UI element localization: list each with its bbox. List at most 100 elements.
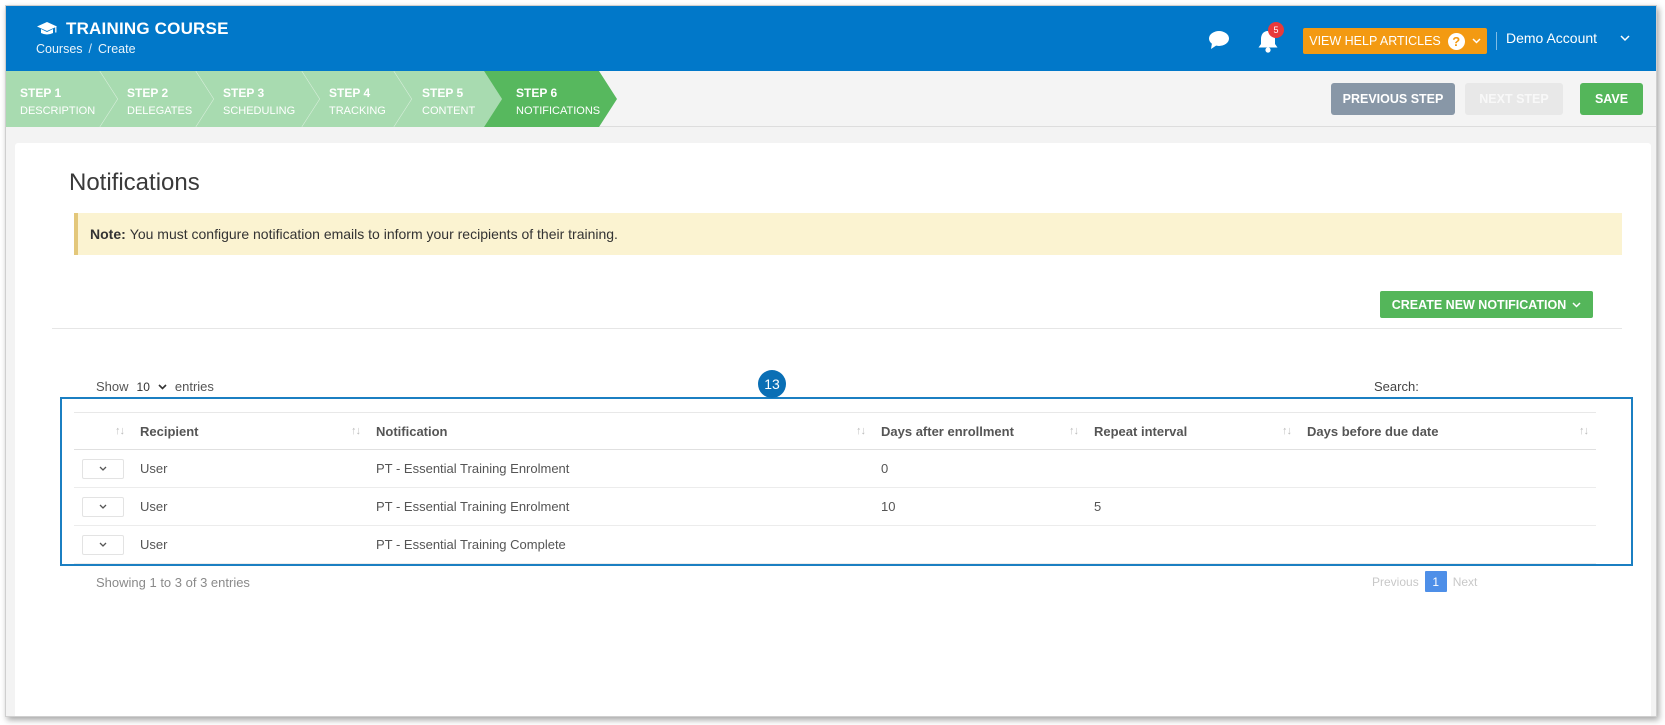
account-chevron-down-icon[interactable] [1620,33,1630,43]
account-menu[interactable]: Demo Account [1506,30,1597,46]
note-text: You must configure notification emails t… [129,226,618,242]
entries-select[interactable]: 10 [137,380,167,394]
recipient-cell: User [132,449,368,488]
table-row: User PT - Essential Training Enrolment 1… [74,487,1596,526]
step-number: STEP 6 [516,86,558,100]
days-before-due-cell [1299,525,1596,564]
help-button-label: VIEW HELP ARTICLES [1309,34,1441,48]
entries-length-control: Show 10 entries [96,379,214,394]
top-bar: TRAINING COURSE Courses / Create 5 VIEW … [6,6,1656,71]
step-number: STEP 4 [329,86,371,100]
step-number: STEP 5 [422,86,464,100]
note-label: Note: [90,226,126,242]
pagination-next[interactable]: Next [1453,575,1478,589]
column-header-repeat-interval[interactable]: Repeat interval ↑↓ [1086,412,1299,450]
repeat-interval-cell [1086,449,1299,488]
column-header-notification[interactable]: Notification ↑↓ [368,412,873,450]
note-banner: Note: You must configure notification em… [74,213,1622,255]
chevron-down-icon [1472,38,1481,44]
column-header-days-before-due-date[interactable]: Days before due date ↑↓ [1299,412,1596,450]
graduation-cap-icon [37,22,57,35]
step-label: DELEGATES [127,105,193,117]
breadcrumb-separator: / [88,42,93,56]
notification-badge: 5 [1268,22,1284,38]
view-help-articles-button[interactable]: VIEW HELP ARTICLES ? [1303,28,1487,54]
search-label: Search: [1374,379,1419,394]
table-row: User PT - Essential Training Enrolment 0 [74,449,1596,488]
pagination-page-1[interactable]: 1 [1424,571,1447,592]
sort-icon: ↑↓ [1282,425,1292,437]
days-after-cell [873,525,1086,564]
expand-cell [74,487,132,526]
notifications-table: ↑↓ Recipient ↑↓ Notification ↑↓ Days after… [74,412,1596,564]
chevron-down-icon [99,504,107,509]
callout-marker: 13 [758,370,786,398]
step-number: STEP 1 [20,86,62,100]
breadcrumb-courses[interactable]: Courses [36,42,83,56]
column-header-recipient[interactable]: Recipient ↑↓ [132,412,368,450]
question-icon: ? [1447,32,1465,50]
days-after-cell: 0 [873,449,1086,488]
column-header-label: Notification [376,423,448,439]
app-window: TRAINING COURSE Courses / Create 5 VIEW … [5,5,1657,717]
column-header-days-after-enrollment[interactable]: Days after enrollment ↑↓ [873,412,1086,450]
row-expand-button[interactable] [82,458,124,479]
entries-select-value: 10 [136,379,150,394]
chat-icon[interactable] [1208,30,1230,50]
step-label: TRACKING [329,105,386,117]
sort-icon: ↑↓ [856,425,866,437]
section-divider [52,328,1622,329]
column-header-label: Repeat interval [1094,423,1188,439]
sort-icon: ↑↓ [1069,425,1079,437]
days-before-due-cell [1299,449,1596,488]
row-expand-button[interactable] [82,534,124,555]
row-expand-button[interactable] [82,496,124,517]
sort-icon: ↑↓ [1579,425,1589,437]
entries-label: entries [174,379,214,394]
step-label: DESCRIPTION [20,105,96,117]
expand-cell [74,449,132,488]
repeat-interval-cell: 5 [1086,487,1299,526]
header-divider [1496,32,1497,50]
breadcrumb: Courses / Create [36,42,136,56]
column-header-label: Recipient [140,423,199,439]
column-header-expand[interactable]: ↑↓ [74,412,132,450]
page-title: Notifications [69,169,200,196]
notification-cell: PT - Essential Training Enrolment [368,487,873,526]
table-header-row: ↑↓ Recipient ↑↓ Notification ↑↓ Days after… [74,412,1596,450]
notification-cell: PT - Essential Training Enrolment [368,449,873,488]
step-label: CONTENT [422,105,476,117]
step-label: SCHEDULING [223,105,296,117]
step-notifications[interactable]: STEP 6 NOTIFICATIONS [484,71,617,127]
create-button-label: CREATE NEW NOTIFICATION [1391,297,1567,312]
wizard-steps-bar: STEP 1 DESCRIPTION STEP 2 DELEGATES STEP… [6,71,1656,127]
days-after-cell: 10 [873,487,1086,526]
expand-cell [74,525,132,564]
pagination: Previous 1 Next [1372,571,1477,592]
column-header-label: Days before due date [1307,423,1439,439]
notification-cell: PT - Essential Training Complete [368,525,873,564]
chevron-down-icon [158,383,167,390]
chevron-down-icon [1572,301,1581,308]
step-number: STEP 3 [223,86,265,100]
breadcrumb-create: Create [98,42,136,56]
sort-icon: ↑↓ [115,425,125,437]
sort-icon: ↑↓ [351,425,361,437]
recipient-cell: User [132,525,368,564]
recipient-cell: User [132,487,368,526]
repeat-interval-cell [1086,525,1299,564]
save-button[interactable]: SAVE [1580,83,1643,115]
table-row: User PT - Essential Training Complete [74,525,1596,564]
chevron-down-icon [99,466,107,471]
brand: TRAINING COURSE [36,19,229,39]
pagination-previous[interactable]: Previous [1372,575,1419,589]
step-label: NOTIFICATIONS [516,105,601,117]
table-info: Showing 1 to 3 of 3 entries [96,575,250,590]
next-step-button[interactable]: NEXT STEP [1465,83,1563,115]
show-label: Show [96,379,129,394]
step-number: STEP 2 [127,86,169,100]
column-header-label: Days after enrollment [881,423,1014,439]
app-title: TRAINING COURSE [66,19,229,38]
create-new-notification-button[interactable]: CREATE NEW NOTIFICATION [1380,291,1593,318]
previous-step-button[interactable]: PREVIOUS STEP [1331,83,1455,115]
